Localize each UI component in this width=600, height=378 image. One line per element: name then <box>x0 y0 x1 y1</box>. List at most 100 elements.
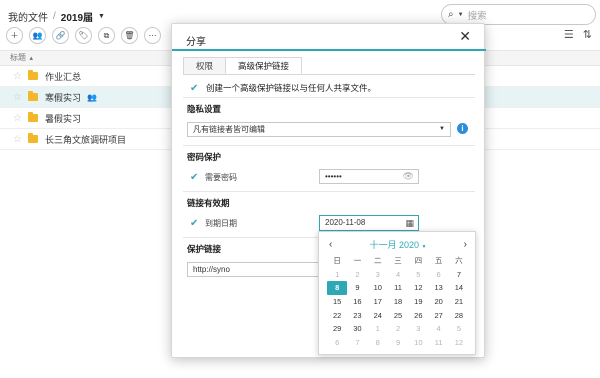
eye-icon[interactable]: 👁 <box>403 170 414 183</box>
divider <box>183 97 475 98</box>
calendar-day[interactable]: 2 <box>347 268 367 282</box>
search-input[interactable]: ⌕ ▼ 搜索 <box>441 4 596 25</box>
share-users-button[interactable]: 👥 <box>29 27 46 44</box>
delete-button[interactable]: 🗑 <box>121 27 138 44</box>
link-button[interactable]: 🔗 <box>52 27 69 44</box>
calendar-day[interactable]: 12 <box>449 336 469 350</box>
trash-icon: 🗑 <box>124 31 135 40</box>
caret-down-icon[interactable]: ▼ <box>98 13 105 20</box>
calendar-day[interactable]: 14 <box>449 281 469 295</box>
calendar-day[interactable]: 9 <box>347 281 367 295</box>
calendar-day[interactable]: 18 <box>388 295 408 309</box>
calendar-day[interactable]: 17 <box>368 295 388 309</box>
calendar-day[interactable]: 11 <box>388 281 408 295</box>
caret-down-icon: ▼ <box>421 243 427 250</box>
calendar-day[interactable]: 22 <box>327 309 347 323</box>
password-checkbox[interactable]: ✔ <box>190 173 199 183</box>
calendar-day[interactable]: 2 <box>388 322 408 336</box>
calendar-day[interactable]: 21 <box>449 295 469 309</box>
calendar-day[interactable]: 4 <box>428 322 448 336</box>
dialog-title: 分享 <box>186 37 206 48</box>
file-name: 作业汇总 <box>45 71 82 82</box>
calendar-day[interactable]: 24 <box>368 309 388 323</box>
toolbar: ＋ 👥 🔗 🏷 ⧉ 🗑 ⋯ <box>6 27 161 44</box>
star-icon[interactable]: ☆ <box>13 92 23 103</box>
link-field[interactable]: http://syno <box>187 262 327 277</box>
calendar-day[interactable]: 20 <box>428 295 448 309</box>
privacy-select[interactable]: 凡有链接者皆可编辑 ▼ <box>187 122 451 137</box>
calendar-month[interactable]: 十一月 2020 ▼ <box>370 238 427 251</box>
calendar-day[interactable]: 8 <box>368 336 388 350</box>
info-icon[interactable]: i <box>457 123 468 134</box>
calendar-day[interactable]: 16 <box>347 295 367 309</box>
expiry-checkbox[interactable]: ✔ <box>190 219 199 229</box>
prev-month-icon[interactable]: ‹ <box>329 239 332 250</box>
calendar-day[interactable]: 10 <box>408 336 428 350</box>
more-button[interactable]: ⋯ <box>144 27 161 44</box>
calendar-day[interactable]: 7 <box>449 268 469 282</box>
calendar-day[interactable]: 5 <box>449 322 469 336</box>
star-icon[interactable]: ☆ <box>13 134 23 145</box>
tag-icon: 🏷 <box>78 31 89 40</box>
weekday-label: 日 <box>333 256 341 265</box>
calendar-day[interactable]: 12 <box>408 281 428 295</box>
calendar-day[interactable]: 26 <box>408 309 428 323</box>
calendar-day[interactable]: 3 <box>368 268 388 282</box>
copy-button[interactable]: ⧉ <box>98 27 115 44</box>
calendar-day[interactable]: 10 <box>368 281 388 295</box>
list-view-icon[interactable]: ☰ <box>564 28 574 41</box>
calendar-day[interactable]: 30 <box>347 322 367 336</box>
more-icon: ⋯ <box>148 31 157 40</box>
title-underline <box>172 49 486 51</box>
calendar-day[interactable]: 9 <box>388 336 408 350</box>
folder-icon <box>28 91 38 101</box>
breadcrumb-root[interactable]: 我的文件 <box>8 9 48 24</box>
file-name: 暑假实习 <box>45 113 82 124</box>
add-button[interactable]: ＋ <box>6 27 23 44</box>
password-row: ✔ 需要密码 <box>190 172 237 183</box>
tab-advanced-link[interactable]: 高级保护链接 <box>225 57 303 74</box>
calendar-day[interactable]: 1 <box>327 268 347 282</box>
weekday-label: 一 <box>353 256 362 265</box>
calendar-day[interactable]: 23 <box>347 309 367 323</box>
calendar-day[interactable]: 29 <box>327 322 347 336</box>
calendar-day[interactable]: 13 <box>428 281 448 295</box>
tab-permissions[interactable]: 权限 <box>183 57 227 74</box>
caret-down-icon: ▼ <box>439 126 445 132</box>
expiry-title: 链接有效期 <box>187 198 230 208</box>
calendar-day[interactable]: 3 <box>408 322 428 336</box>
calendar-day[interactable]: 5 <box>408 268 428 282</box>
breadcrumb-current[interactable]: 2019届 <box>61 9 93 24</box>
calendar-day[interactable]: 1 <box>368 322 388 336</box>
star-icon[interactable]: ☆ <box>13 113 23 124</box>
link-icon: 🔗 <box>55 31 66 40</box>
star-icon[interactable]: ☆ <box>13 71 23 82</box>
create-link-checkbox[interactable]: ✔ <box>190 83 199 93</box>
calendar-day-selected[interactable]: 8 <box>327 281 348 296</box>
calendar-day[interactable]: 19 <box>408 295 428 309</box>
calendar-day[interactable]: 15 <box>327 295 347 309</box>
password-title: 密码保护 <box>187 152 222 162</box>
calendar-day[interactable]: 11 <box>428 336 448 350</box>
weekday-label: 四 <box>414 256 423 265</box>
calendar-day[interactable]: 25 <box>388 309 408 323</box>
tag-button[interactable]: 🏷 <box>75 27 92 44</box>
weekday-label: 六 <box>455 256 463 265</box>
calendar-day[interactable]: 6 <box>428 268 448 282</box>
column-title[interactable]: 标题 <box>10 53 26 62</box>
caret-down-icon[interactable]: ▼ <box>458 12 464 18</box>
calendar-day[interactable]: 28 <box>449 309 469 323</box>
close-icon[interactable]: ✕ <box>459 29 471 43</box>
search-placeholder: 搜索 <box>467 10 487 22</box>
calendar-day[interactable]: 27 <box>428 309 448 323</box>
expiry-date-input[interactable]: 2020-11-08 ▦ <box>319 215 419 231</box>
password-field[interactable]: •••••• 👁 <box>319 169 419 184</box>
calendar-icon[interactable]: ▦ <box>405 216 414 230</box>
calendar-day[interactable]: 7 <box>347 336 367 350</box>
sort-icon[interactable]: ⇅ <box>583 28 592 41</box>
expiry-value: 2020-11-08 <box>325 218 366 227</box>
next-month-icon[interactable]: › <box>464 239 467 250</box>
calendar-day[interactable]: 6 <box>327 336 347 350</box>
file-name: 长三角文旅调研项目 <box>45 134 127 145</box>
calendar-day[interactable]: 4 <box>388 268 408 282</box>
